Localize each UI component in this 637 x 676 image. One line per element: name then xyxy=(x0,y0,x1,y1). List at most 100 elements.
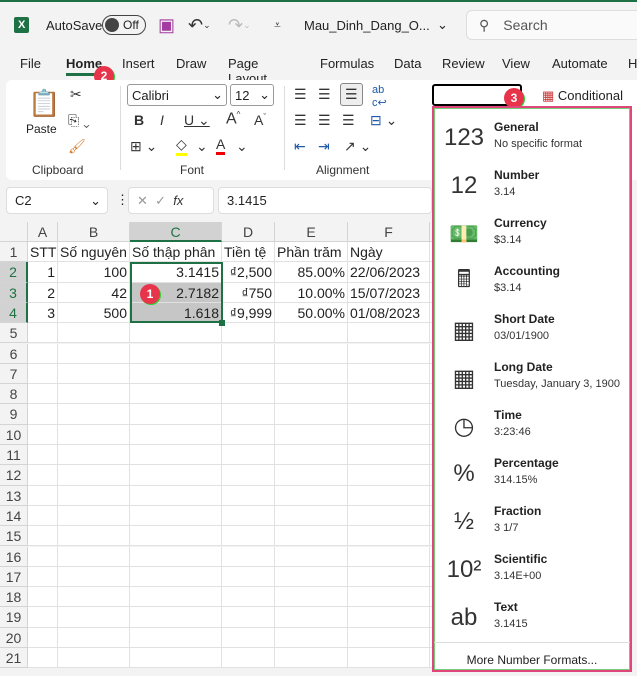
header-cell[interactable]: Ngày xyxy=(348,242,430,263)
empty-cell[interactable] xyxy=(28,343,58,364)
empty-cell[interactable] xyxy=(130,384,222,405)
empty-cell[interactable] xyxy=(222,404,275,425)
fill-color-icon[interactable]: ◇ xyxy=(176,136,187,156)
empty-cell[interactable] xyxy=(28,566,58,588)
header-cell[interactable]: STT xyxy=(28,242,58,263)
empty-cell[interactable] xyxy=(58,424,130,445)
empty-cell[interactable] xyxy=(28,526,58,547)
format-painter-icon[interactable]: 🖌 xyxy=(68,138,86,155)
column-header-e[interactable]: E xyxy=(275,222,348,243)
row-header[interactable]: 5 xyxy=(0,323,28,344)
empty-cell[interactable] xyxy=(28,445,58,466)
empty-cell[interactable] xyxy=(58,445,130,466)
header-cell[interactable]: Số thập phân xyxy=(130,242,222,263)
empty-cell[interactable] xyxy=(28,627,58,648)
empty-cell[interactable] xyxy=(28,505,58,527)
empty-cell[interactable] xyxy=(275,587,348,608)
table-cell[interactable]: ₫2,500 xyxy=(222,262,275,283)
empty-cell[interactable] xyxy=(222,384,275,405)
format-option-general[interactable]: 123 General No specific format xyxy=(434,114,630,162)
save-icon[interactable]: ▣ xyxy=(158,12,175,38)
empty-cell[interactable] xyxy=(348,424,430,445)
empty-cell[interactable] xyxy=(130,323,222,344)
empty-cell[interactable] xyxy=(28,424,58,445)
empty-cell[interactable] xyxy=(130,627,222,648)
empty-cell[interactable] xyxy=(222,546,275,567)
empty-cell[interactable] xyxy=(348,546,430,567)
empty-cell[interactable] xyxy=(130,587,222,608)
header-cell[interactable]: Tiền tệ xyxy=(222,242,275,263)
column-header-d[interactable]: D xyxy=(222,222,275,243)
empty-cell[interactable] xyxy=(130,566,222,588)
empty-cell[interactable] xyxy=(58,505,130,527)
empty-cell[interactable] xyxy=(275,363,348,385)
empty-cell[interactable] xyxy=(348,445,430,466)
empty-cell[interactable] xyxy=(348,566,430,588)
empty-cell[interactable] xyxy=(348,363,430,385)
empty-cell[interactable] xyxy=(130,424,222,445)
empty-cell[interactable] xyxy=(348,505,430,527)
empty-cell[interactable] xyxy=(28,546,58,567)
empty-cell[interactable] xyxy=(275,445,348,466)
empty-cell[interactable] xyxy=(275,343,348,364)
empty-cell[interactable] xyxy=(275,566,348,588)
table-cell[interactable]: 01/08/2023 xyxy=(348,302,430,324)
wrap-text-icon[interactable]: ab c↩ xyxy=(372,84,387,109)
row-header[interactable]: 17 xyxy=(0,566,28,588)
empty-cell[interactable] xyxy=(222,627,275,648)
column-header-c[interactable]: C xyxy=(130,222,222,243)
orientation-icon[interactable]: ↗ ⌄ xyxy=(344,138,371,155)
format-option-percentage[interactable]: % Percentage 314.15% xyxy=(434,450,630,498)
chevron-down-icon[interactable]: ⌄ xyxy=(196,138,208,155)
select-all-corner[interactable] xyxy=(0,222,28,243)
tab-help[interactable]: H xyxy=(628,56,637,71)
format-option-short-date[interactable]: ▦ Short Date 03/01/1900 xyxy=(434,306,630,354)
italic-icon[interactable]: I xyxy=(160,112,164,128)
more-number-formats-link[interactable]: More Number Formats... xyxy=(434,642,630,667)
align-top-icon[interactable]: ☰ xyxy=(294,86,307,103)
format-option-scientific[interactable]: 10² Scientific 3.14E+00 xyxy=(434,546,630,594)
align-center-icon[interactable]: ☰ xyxy=(318,112,331,129)
tab-file[interactable]: File xyxy=(20,56,41,71)
header-cell[interactable]: Số nguyên xyxy=(58,242,130,263)
search-box[interactable]: ⚲ Search xyxy=(466,10,637,40)
table-cell[interactable]: 85.00% xyxy=(275,262,348,283)
fill-handle[interactable] xyxy=(219,320,225,326)
column-header-a[interactable]: A xyxy=(28,222,58,243)
empty-cell[interactable] xyxy=(348,343,430,364)
table-cell[interactable]: 3.1415 xyxy=(130,262,222,283)
align-bottom-icon[interactable]: ☰ xyxy=(340,83,363,106)
font-size-select[interactable]: 12 ⌄ xyxy=(230,84,274,106)
decrease-indent-icon[interactable]: ⇤ xyxy=(294,138,306,155)
row-header[interactable]: 7 xyxy=(0,363,28,385)
empty-cell[interactable] xyxy=(275,465,348,486)
align-left-icon[interactable]: ☰ xyxy=(294,112,307,129)
format-option-currency[interactable]: 💵 Currency $3.14 xyxy=(434,210,630,258)
empty-cell[interactable] xyxy=(130,485,222,506)
empty-cell[interactable] xyxy=(222,465,275,486)
table-cell[interactable]: 500 xyxy=(58,302,130,324)
table-cell[interactable]: ₫750 xyxy=(222,282,275,303)
row-header[interactable]: 21 xyxy=(0,648,28,669)
tab-insert[interactable]: Insert xyxy=(122,56,155,71)
column-header-b[interactable]: B xyxy=(58,222,130,243)
empty-cell[interactable] xyxy=(348,404,430,425)
empty-cell[interactable] xyxy=(130,363,222,385)
row-header[interactable]: 1 xyxy=(0,242,28,263)
empty-cell[interactable] xyxy=(130,445,222,466)
empty-cell[interactable] xyxy=(275,607,348,628)
paste-button[interactable]: Paste xyxy=(26,122,57,136)
empty-cell[interactable] xyxy=(58,323,130,344)
empty-cell[interactable] xyxy=(222,445,275,466)
row-header[interactable]: 9 xyxy=(0,404,28,425)
tab-formulas[interactable]: Formulas xyxy=(320,56,374,71)
empty-cell[interactable] xyxy=(58,607,130,628)
row-header[interactable]: 11 xyxy=(0,445,28,466)
file-name[interactable]: Mau_Dinh_Dang_O... ⌄ xyxy=(304,12,448,38)
format-option-number[interactable]: 12 Number 3.14 xyxy=(434,162,630,210)
merge-center-icon[interactable]: ⊟ ⌄ xyxy=(370,112,397,129)
autosave-toggle[interactable]: Off xyxy=(102,15,146,35)
empty-cell[interactable] xyxy=(275,323,348,344)
table-cell[interactable]: 10.00% xyxy=(275,282,348,303)
paste-icon[interactable]: 📋 xyxy=(28,88,60,119)
